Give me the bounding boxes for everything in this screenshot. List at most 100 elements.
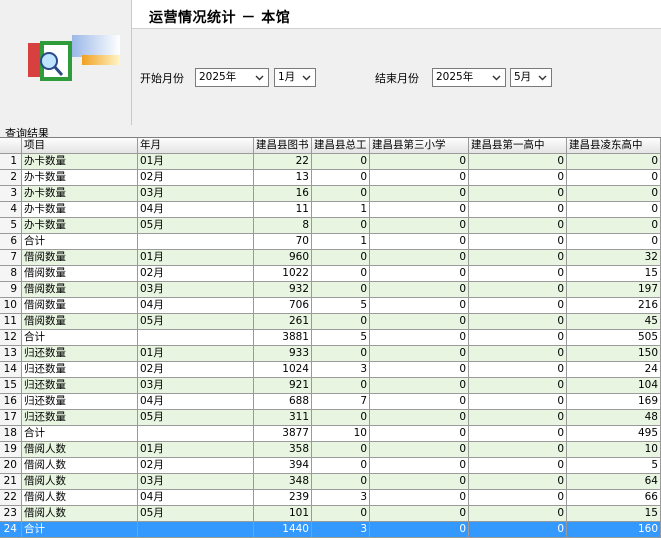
end-month-select[interactable]: 5月 — [510, 68, 552, 87]
table-row[interactable]: 15 归还数量 03月 921 0 0 0 104 — [0, 378, 661, 394]
table-cell[interactable]: 24 — [567, 362, 661, 378]
table-cell[interactable]: 借阅数量 — [22, 250, 138, 266]
table-cell[interactable]: 150 — [567, 346, 661, 362]
table-cell[interactable]: 03月 — [138, 378, 254, 394]
table-cell[interactable]: 48 — [567, 410, 661, 426]
table-cell[interactable]: 0 — [469, 410, 567, 426]
table-cell[interactable]: 0 — [469, 154, 567, 170]
table-cell[interactable]: 01月 — [138, 442, 254, 458]
table-cell[interactable]: 0 — [312, 474, 370, 490]
table-cell[interactable]: 239 — [254, 490, 312, 506]
table-cell[interactable]: 0 — [312, 266, 370, 282]
table-cell[interactable]: 0 — [312, 282, 370, 298]
table-cell[interactable]: 0 — [370, 282, 469, 298]
table-cell[interactable]: 归还数量 — [22, 346, 138, 362]
table-cell[interactable]: 02月 — [138, 266, 254, 282]
table-cell[interactable]: 办卡数量 — [22, 170, 138, 186]
table-cell[interactable]: 0 — [370, 154, 469, 170]
table-row[interactable]: 17 归还数量 05月 311 0 0 0 48 — [0, 410, 661, 426]
table-cell[interactable]: 借阅数量 — [22, 314, 138, 330]
table-cell[interactable]: 0 — [312, 458, 370, 474]
table-cell[interactable]: 合计 — [22, 234, 138, 250]
table-cell[interactable]: 04月 — [138, 298, 254, 314]
table-cell[interactable]: 0 — [312, 250, 370, 266]
table-cell[interactable]: 5 — [567, 458, 661, 474]
table-row[interactable]: 4 办卡数量 04月 11 1 0 0 0 — [0, 202, 661, 218]
table-cell[interactable]: 05月 — [138, 506, 254, 522]
row-number[interactable]: 14 — [0, 362, 22, 378]
table-cell[interactable] — [138, 426, 254, 442]
table-cell[interactable]: 0 — [370, 458, 469, 474]
table-cell[interactable]: 0 — [370, 506, 469, 522]
table-row[interactable]: 23 借阅人数 05月 101 0 0 0 15 — [0, 506, 661, 522]
row-number[interactable]: 16 — [0, 394, 22, 410]
table-row[interactable]: 13 归还数量 01月 933 0 0 0 150 — [0, 346, 661, 362]
table-row[interactable]: 11 借阅数量 05月 261 0 0 0 45 — [0, 314, 661, 330]
table-cell[interactable]: 02月 — [138, 458, 254, 474]
table-row[interactable]: 22 借阅人数 04月 239 3 0 0 66 — [0, 490, 661, 506]
table-row[interactable]: 19 借阅人数 01月 358 0 0 0 10 — [0, 442, 661, 458]
table-cell[interactable]: 0 — [469, 458, 567, 474]
table-cell[interactable]: 05月 — [138, 314, 254, 330]
row-number[interactable]: 1 — [0, 154, 22, 170]
table-cell[interactable]: 0 — [469, 298, 567, 314]
table-cell[interactable]: 0 — [567, 218, 661, 234]
table-cell[interactable]: 0 — [312, 154, 370, 170]
table-cell[interactable]: 13 — [254, 170, 312, 186]
table-cell[interactable]: 706 — [254, 298, 312, 314]
table-cell[interactable]: 5 — [312, 298, 370, 314]
table-cell[interactable]: 70 — [254, 234, 312, 250]
table-cell[interactable]: 10 — [312, 426, 370, 442]
row-number[interactable]: 15 — [0, 378, 22, 394]
table-cell[interactable]: 0 — [370, 266, 469, 282]
table-cell[interactable]: 0 — [370, 378, 469, 394]
table-cell[interactable]: 0 — [469, 378, 567, 394]
table-cell[interactable]: 借阅人数 — [22, 458, 138, 474]
table-cell[interactable]: 0 — [370, 522, 469, 538]
row-number[interactable]: 9 — [0, 282, 22, 298]
row-number[interactable]: 4 — [0, 202, 22, 218]
column-header[interactable]: 建昌县第三小学 — [370, 138, 469, 154]
table-cell[interactable]: 216 — [567, 298, 661, 314]
table-cell[interactable]: 0 — [469, 218, 567, 234]
table-cell[interactable]: 0 — [312, 218, 370, 234]
table-cell[interactable]: 0 — [469, 330, 567, 346]
column-header[interactable]: 年月 — [138, 138, 254, 154]
table-cell[interactable]: 03月 — [138, 474, 254, 490]
table-cell[interactable]: 933 — [254, 346, 312, 362]
start-year-select[interactable]: 2025年 — [195, 68, 269, 87]
table-cell[interactable]: 505 — [567, 330, 661, 346]
table-cell[interactable]: 01月 — [138, 154, 254, 170]
table-cell[interactable]: 15 — [567, 266, 661, 282]
table-cell[interactable]: 0 — [567, 170, 661, 186]
column-header[interactable]: 建昌县图书 — [254, 138, 312, 154]
table-cell[interactable]: 0 — [567, 202, 661, 218]
table-cell[interactable]: 0 — [469, 314, 567, 330]
table-cell[interactable]: 0 — [370, 410, 469, 426]
table-cell[interactable]: 0 — [370, 202, 469, 218]
row-number[interactable]: 2 — [0, 170, 22, 186]
table-cell[interactable]: 归还数量 — [22, 378, 138, 394]
column-header[interactable]: 建昌县第一高中 — [469, 138, 567, 154]
row-number[interactable]: 3 — [0, 186, 22, 202]
table-row[interactable]: 10 借阅数量 04月 706 5 0 0 216 — [0, 298, 661, 314]
column-header[interactable]: 建昌县凌东高中 — [567, 138, 661, 154]
table-cell[interactable]: 0 — [567, 186, 661, 202]
table-row[interactable]: 12 合计 3881 5 0 0 505 — [0, 330, 661, 346]
row-number[interactable]: 19 — [0, 442, 22, 458]
table-cell[interactable]: 04月 — [138, 490, 254, 506]
table-cell[interactable]: 0 — [370, 442, 469, 458]
table-cell[interactable]: 归还数量 — [22, 394, 138, 410]
table-row[interactable]: 16 归还数量 04月 688 7 0 0 169 — [0, 394, 661, 410]
table-cell[interactable]: 3 — [312, 522, 370, 538]
table-cell[interactable]: 03月 — [138, 186, 254, 202]
table-cell[interactable]: 03月 — [138, 282, 254, 298]
column-header[interactable]: 建昌县总工 — [312, 138, 370, 154]
table-cell[interactable]: 0 — [370, 362, 469, 378]
table-cell[interactable]: 960 — [254, 250, 312, 266]
table-cell[interactable]: 0 — [370, 490, 469, 506]
table-cell[interactable]: 0 — [469, 346, 567, 362]
table-cell[interactable]: 0 — [469, 186, 567, 202]
table-cell[interactable]: 0 — [312, 442, 370, 458]
table-cell[interactable]: 348 — [254, 474, 312, 490]
